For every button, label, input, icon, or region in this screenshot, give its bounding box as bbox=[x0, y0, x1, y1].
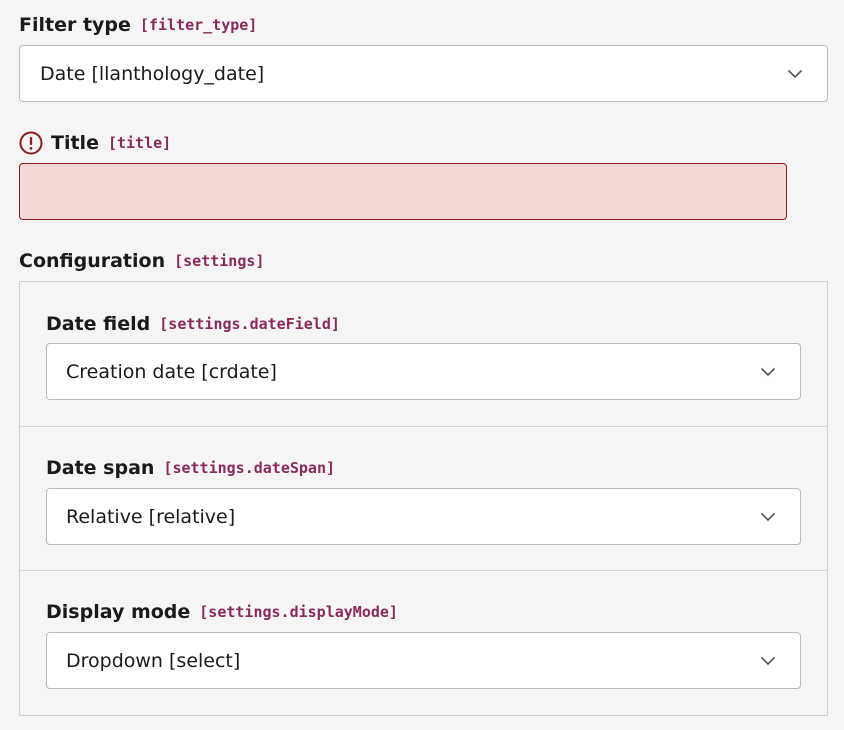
display-mode-label: Display mode [settings.displayMode] bbox=[46, 598, 398, 626]
date-field-select[interactable]: Creation date [crdate] bbox=[46, 343, 801, 400]
chevron-down-icon bbox=[787, 66, 803, 82]
configuration-key: [settings] bbox=[174, 252, 265, 270]
filter-type-label: Filter type [filter_type] bbox=[19, 11, 257, 39]
title-label: Title [title] bbox=[19, 129, 171, 157]
title-input[interactable] bbox=[19, 163, 787, 220]
configuration-label: Configuration [settings] bbox=[19, 247, 264, 275]
date-field-label: Date field [settings.dateField] bbox=[46, 310, 340, 338]
display-mode-label-text: Display mode bbox=[46, 601, 191, 623]
filter-type-label-text: Filter type bbox=[19, 14, 131, 36]
date-span-label-text: Date span bbox=[46, 457, 155, 479]
chevron-down-icon bbox=[760, 653, 776, 669]
chevron-down-icon bbox=[760, 364, 776, 380]
display-mode-value: Dropdown [select] bbox=[66, 649, 241, 672]
date-field-value: Creation date [crdate] bbox=[66, 360, 277, 383]
section-divider bbox=[20, 426, 827, 427]
date-span-label: Date span [settings.dateSpan] bbox=[46, 454, 335, 482]
display-mode-select[interactable]: Dropdown [select] bbox=[46, 632, 801, 689]
date-span-select[interactable]: Relative [relative] bbox=[46, 488, 801, 545]
chevron-down-icon bbox=[760, 509, 776, 525]
exclamation-circle-icon bbox=[19, 131, 43, 155]
date-span-key: [settings.dateSpan] bbox=[163, 459, 336, 477]
date-field-label-text: Date field bbox=[46, 313, 151, 335]
filter-type-select[interactable]: Date [llanthology_date] bbox=[19, 45, 828, 102]
date-field-key: [settings.dateField] bbox=[159, 315, 340, 333]
section-divider bbox=[20, 570, 827, 571]
date-span-value: Relative [relative] bbox=[66, 505, 236, 528]
filter-type-key: [filter_type] bbox=[139, 16, 258, 34]
title-key: [title] bbox=[107, 134, 172, 152]
filter-type-value: Date [llanthology_date] bbox=[40, 62, 265, 85]
configuration-label-text: Configuration bbox=[19, 250, 166, 272]
configuration-panel: Date field [settings.dateField] Creation… bbox=[19, 281, 828, 716]
title-label-text: Title bbox=[51, 132, 99, 154]
display-mode-key: [settings.displayMode] bbox=[199, 603, 398, 621]
